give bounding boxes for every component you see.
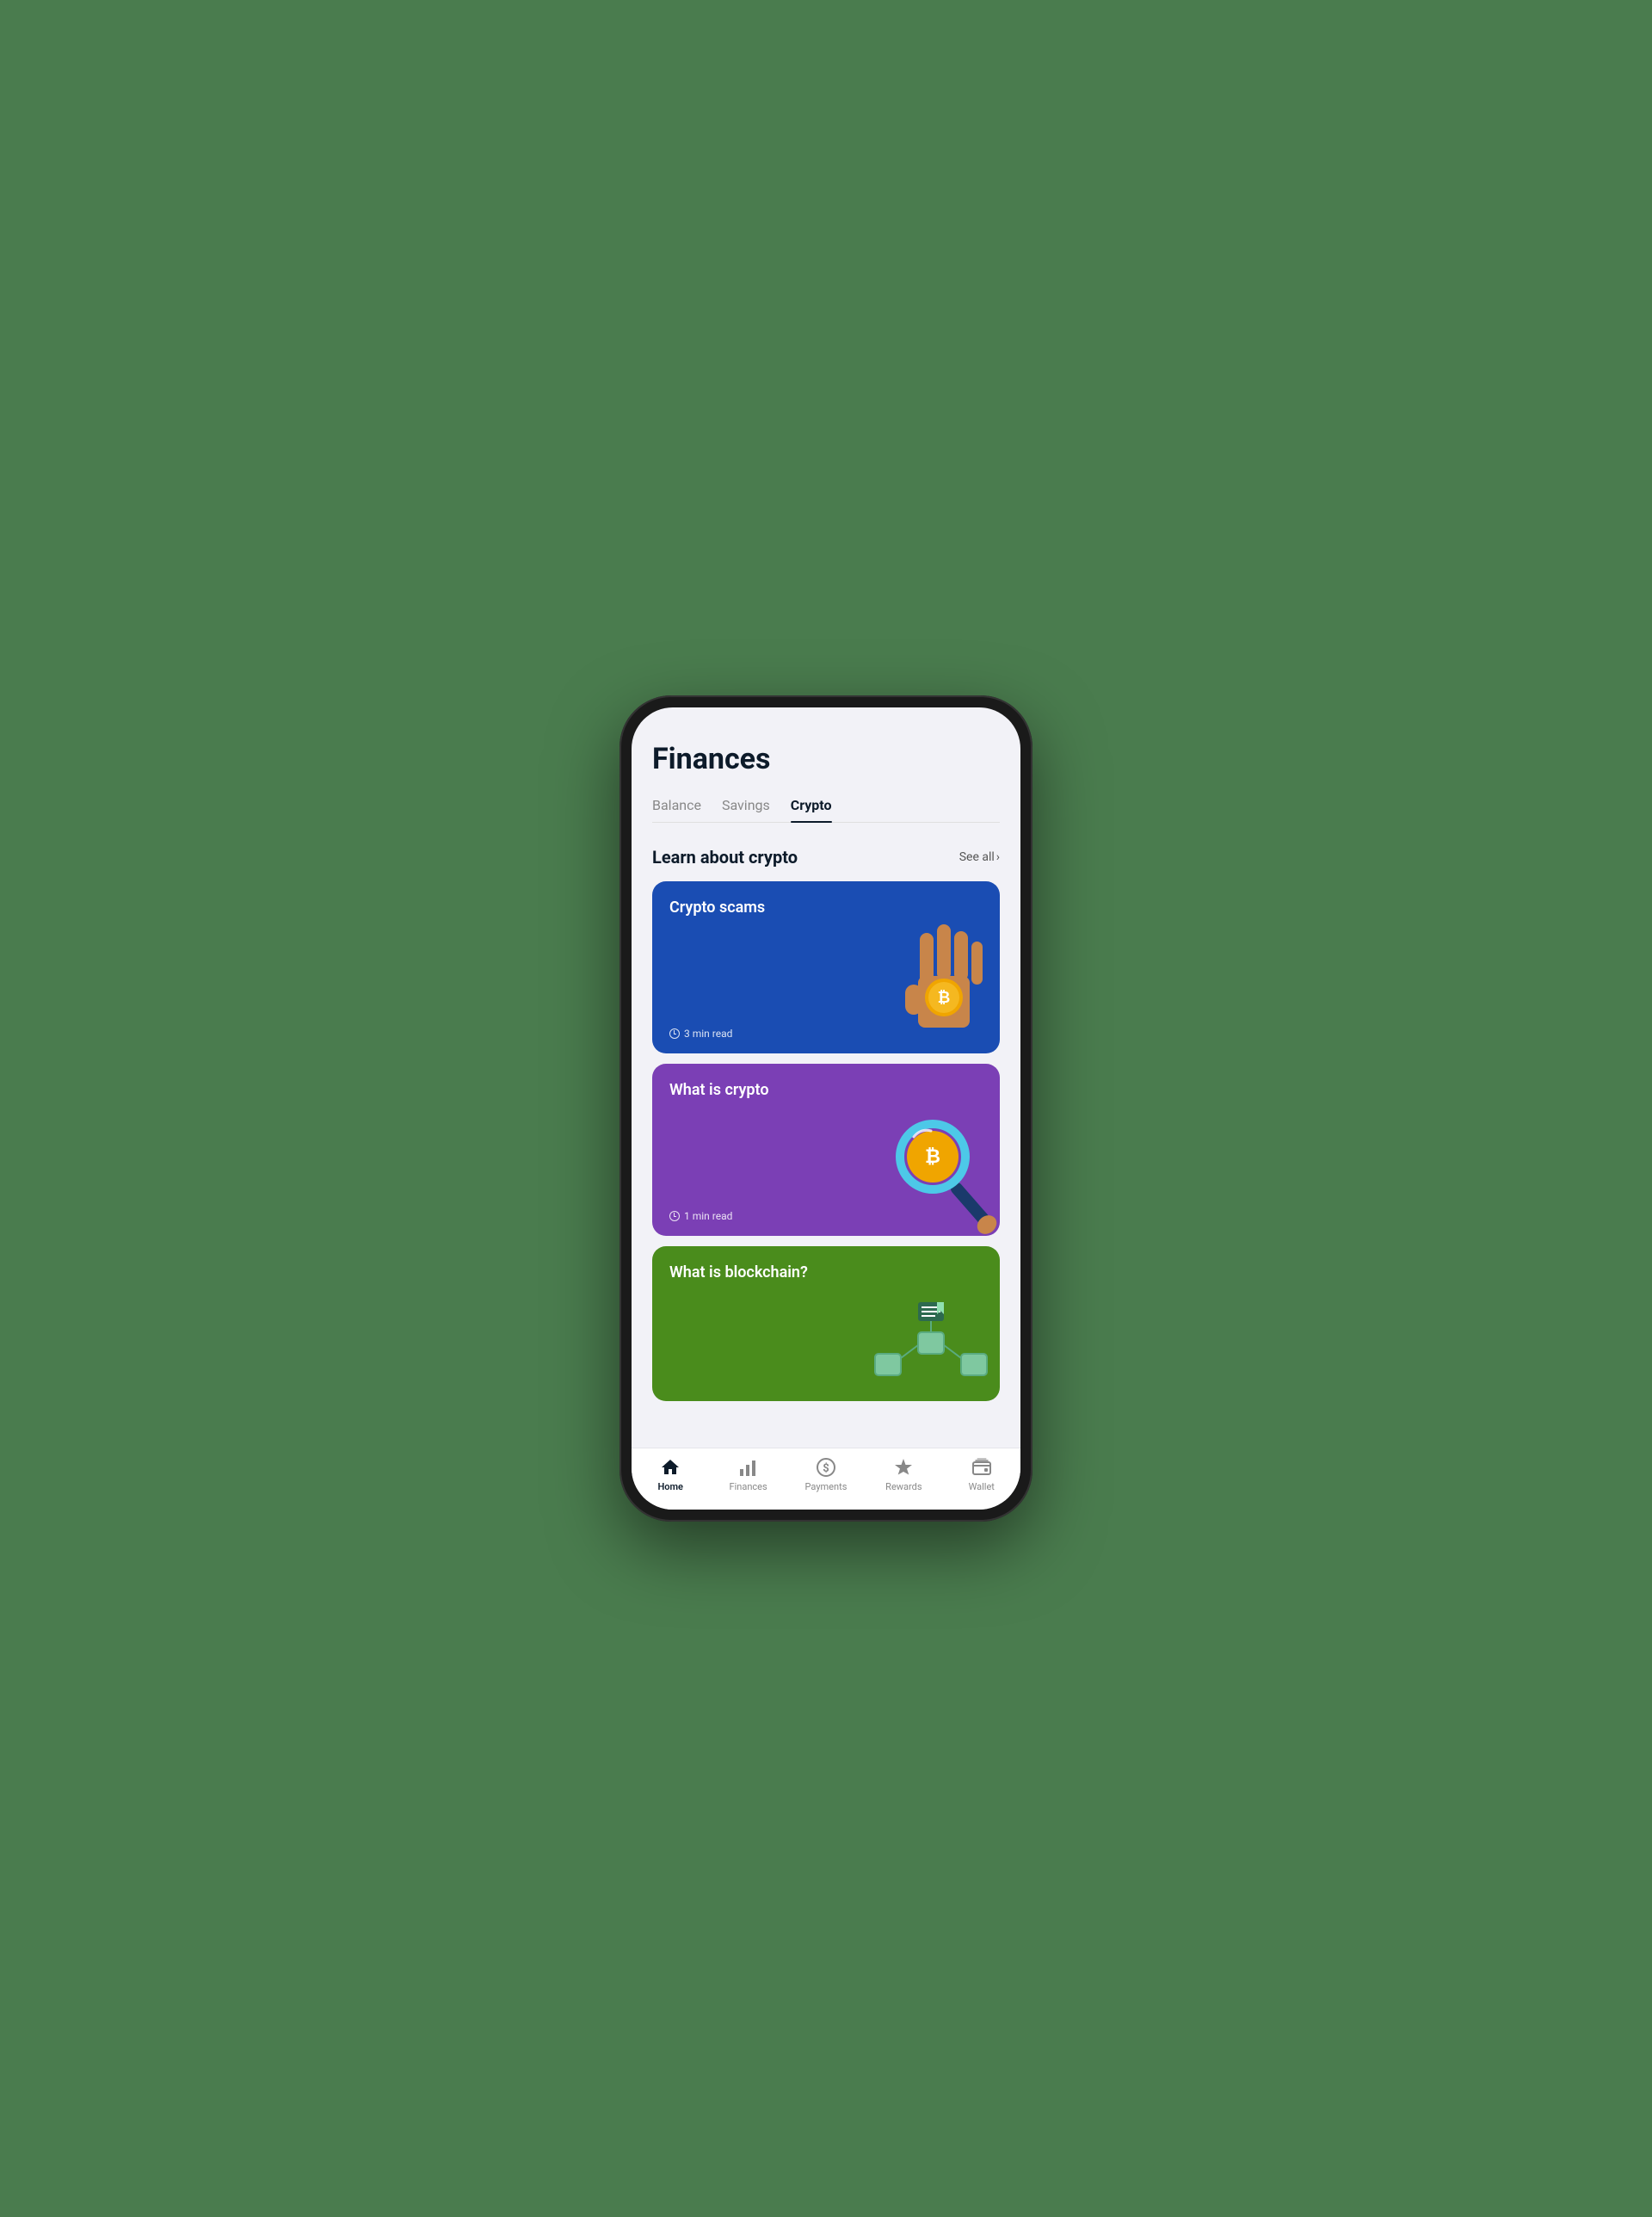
payments-icon: $ xyxy=(816,1457,836,1478)
nav-wallet-label: Wallet xyxy=(969,1481,995,1492)
magnify-bitcoin-illustration: ₿ xyxy=(862,1098,1000,1236)
card-what-is-blockchain[interactable]: What is blockchain? xyxy=(652,1246,1000,1401)
blockchain-illustration xyxy=(854,1255,991,1393)
phone-frame: Finances Balance Savings Crypto Learn ab… xyxy=(620,695,1032,1522)
card-what-is-crypto-readtime: 1 min read xyxy=(669,1210,732,1222)
page-title: Finances xyxy=(652,742,1000,776)
card-what-is-crypto[interactable]: What is crypto ₿ xyxy=(652,1064,1000,1236)
card-crypto-scams[interactable]: Crypto scams xyxy=(652,881,1000,1053)
svg-text:$: $ xyxy=(823,1462,829,1475)
nav-home[interactable]: Home xyxy=(644,1457,696,1492)
nav-home-label: Home xyxy=(657,1481,683,1492)
nav-wallet[interactable]: Wallet xyxy=(956,1457,1008,1492)
section-header: Learn about crypto See all › xyxy=(652,847,1000,868)
card-what-is-blockchain-title: What is blockchain? xyxy=(669,1263,808,1281)
clock-icon-1 xyxy=(669,1028,680,1039)
see-all-link[interactable]: See all › xyxy=(959,850,1000,864)
clock-icon-2 xyxy=(669,1211,680,1221)
card-crypto-scams-readtime: 3 min read xyxy=(669,1028,732,1040)
nav-finances-label: Finances xyxy=(730,1481,767,1492)
home-icon xyxy=(660,1457,681,1478)
phone-screen: Finances Balance Savings Crypto Learn ab… xyxy=(632,707,1020,1510)
finances-icon xyxy=(738,1457,759,1478)
tab-crypto[interactable]: Crypto xyxy=(791,797,832,822)
screen-content: Finances Balance Savings Crypto Learn ab… xyxy=(632,707,1020,1448)
nav-rewards-label: Rewards xyxy=(885,1481,922,1492)
tab-savings[interactable]: Savings xyxy=(722,797,770,822)
svg-text:₿: ₿ xyxy=(925,1146,940,1168)
tabs-row: Balance Savings Crypto xyxy=(652,797,1000,823)
nav-rewards[interactable]: Rewards xyxy=(878,1457,929,1492)
wallet-icon xyxy=(971,1457,992,1478)
hand-bitcoin-illustration: ₿ xyxy=(862,916,1000,1053)
nav-payments[interactable]: $ Payments xyxy=(800,1457,852,1492)
rewards-icon xyxy=(893,1457,914,1478)
bottom-nav: Home Finances $ Payments xyxy=(632,1448,1020,1510)
cards-list: Crypto scams xyxy=(652,881,1000,1415)
tab-balance[interactable]: Balance xyxy=(652,797,701,822)
card-crypto-scams-title: Crypto scams xyxy=(669,899,765,917)
card-what-is-crypto-title: What is crypto xyxy=(669,1081,769,1099)
nav-finances[interactable]: Finances xyxy=(723,1457,774,1492)
nav-payments-label: Payments xyxy=(805,1481,848,1492)
svg-text:₿: ₿ xyxy=(938,989,951,1007)
section-title: Learn about crypto xyxy=(652,847,798,868)
